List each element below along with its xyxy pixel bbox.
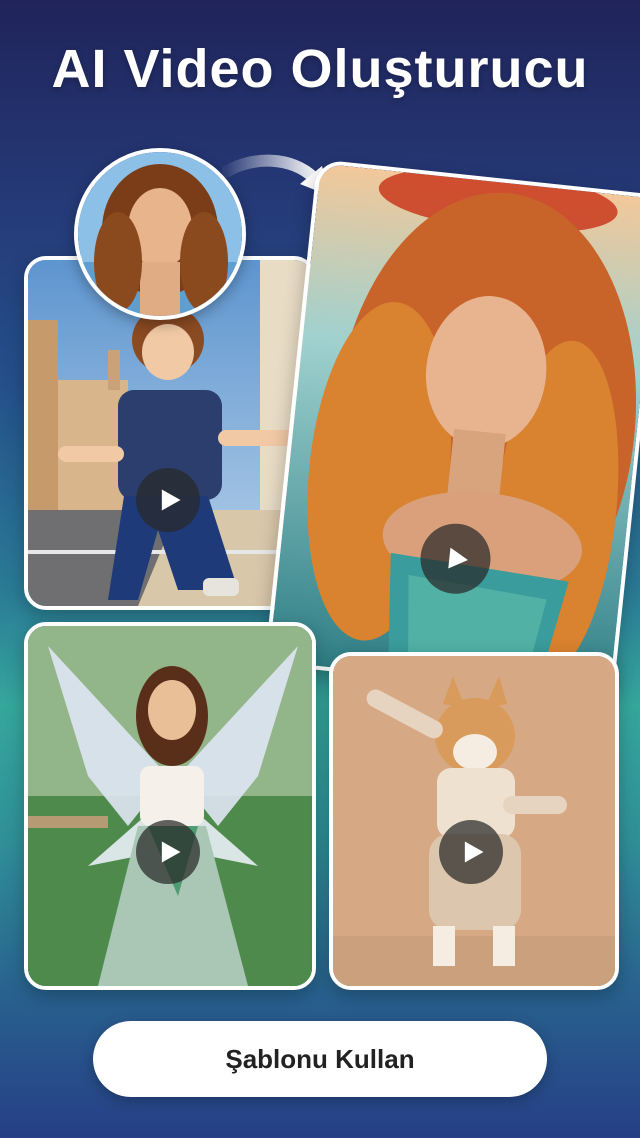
play-icon <box>448 547 468 569</box>
source-face-avatar <box>74 148 246 320</box>
template-card-dog[interactable] <box>329 652 619 990</box>
page-title: AI Video Oluşturucu <box>51 39 589 99</box>
play-icon <box>161 489 181 511</box>
play-icon <box>161 841 181 863</box>
play-button-dog[interactable] <box>439 820 503 884</box>
use-template-label: Şablonu Kullan <box>225 1043 415 1074</box>
mermaid-video-thumbnail <box>268 163 640 697</box>
play-button-fairy[interactable] <box>136 820 200 884</box>
play-icon <box>464 841 484 863</box>
play-button-boy[interactable] <box>136 468 200 532</box>
template-card-mermaid[interactable] <box>264 159 640 701</box>
use-template-button[interactable]: Şablonu Kullan <box>93 1021 547 1097</box>
woman-portrait-image <box>78 152 242 316</box>
template-card-fairy[interactable] <box>24 622 316 990</box>
fairy-video-thumbnail <box>28 626 312 986</box>
